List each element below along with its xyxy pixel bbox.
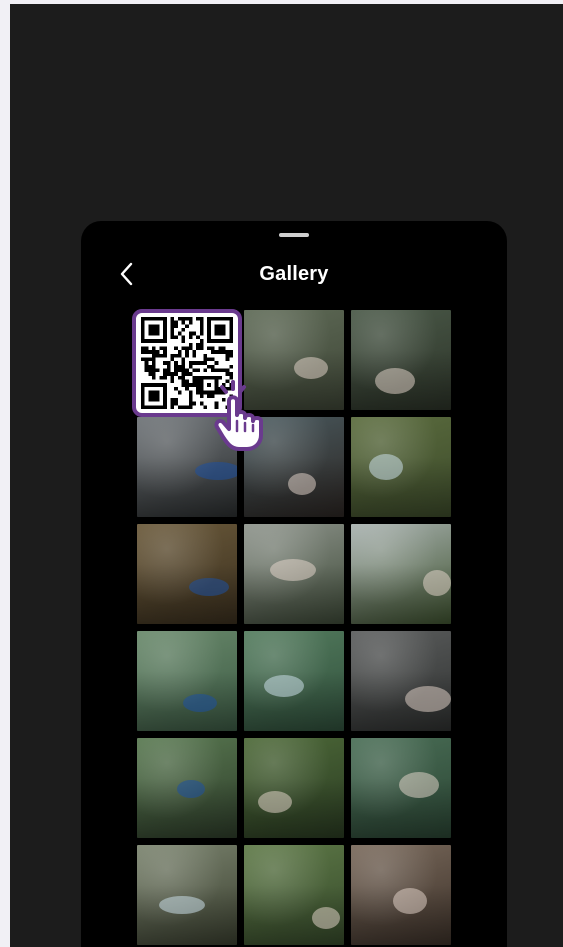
qr-tile[interactable]: [132, 309, 242, 417]
page-title: Gallery: [259, 263, 329, 285]
photo-subject: [288, 473, 316, 495]
photo-subject: [270, 559, 316, 581]
photo-subject: [159, 896, 205, 914]
gallery-tile-photo-bird-branch[interactable]: [244, 738, 344, 838]
photo-subject: [264, 675, 304, 697]
photo-subject: [399, 772, 439, 798]
gallery-tile-photo-peacock-display[interactable]: [137, 738, 237, 838]
photo-subject: [294, 357, 328, 379]
photo-subject: [312, 907, 340, 929]
sheet-drag-handle[interactable]: [279, 233, 309, 237]
gallery-tile-photo-stork[interactable]: [244, 524, 344, 624]
photo-subject: [189, 578, 229, 596]
gallery-tile-photo-tree-trunk[interactable]: [137, 524, 237, 624]
photo-subject: [258, 791, 292, 813]
photo-subject: [393, 888, 427, 914]
photo-subject: [405, 686, 451, 712]
gallery-tile-photo-flamingos-pond[interactable]: [244, 631, 344, 731]
gallery-tile-photo-peahen-pavement[interactable]: [351, 845, 451, 945]
gallery-tile-photo-duck-rocks[interactable]: [244, 310, 344, 410]
gallery-tile-photo-peacock-stream[interactable]: [351, 310, 451, 410]
gallery-tile-photo-crowned-pigeon[interactable]: [244, 417, 344, 517]
gallery-tile-photo-peacock-grass[interactable]: [351, 417, 451, 517]
gallery-tile-photo-birds-lake[interactable]: [351, 738, 451, 838]
gallery-tile-photo-aviary-bird[interactable]: [351, 524, 451, 624]
qr-code-icon: [141, 317, 233, 409]
gallery-tile-photo-flamingo-group[interactable]: [351, 631, 451, 731]
photo-subject: [177, 780, 205, 798]
photo-subject: [375, 368, 415, 394]
background-stage: Gallery: [10, 4, 563, 947]
photo-subject: [183, 694, 217, 712]
photo-subject: [423, 570, 451, 596]
gallery-tile-photo-egret-perch[interactable]: [137, 417, 237, 517]
gallery-sheet: Gallery: [81, 221, 507, 947]
photo-subject: [195, 462, 237, 480]
photo-subject: [369, 454, 403, 480]
gallery-tile-photo-flamingos-water[interactable]: [137, 631, 237, 731]
gallery-tile-photo-peacock-lawn[interactable]: [244, 845, 344, 945]
gallery-tile-photo-egret-closeup[interactable]: [137, 845, 237, 945]
